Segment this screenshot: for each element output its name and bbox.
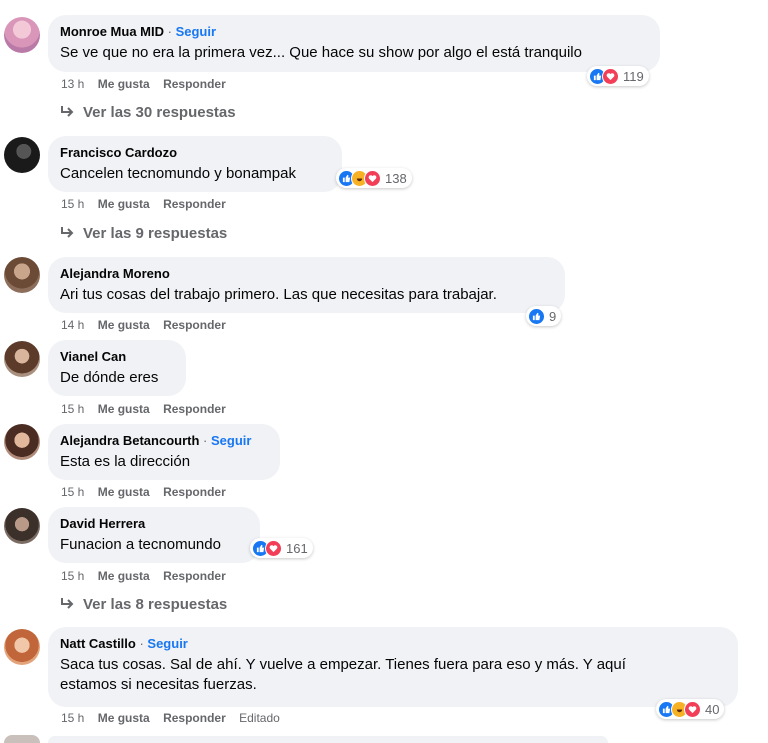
comment-actions: 15 h Me gusta Responder (61, 568, 236, 584)
view-replies-label: Ver las 8 respuestas (83, 596, 228, 613)
comment-author: Vianel Can (60, 348, 174, 365)
reply-arrow-icon (61, 106, 74, 117)
separator-dot: · (199, 433, 211, 448)
reaction-summary[interactable]: 161 (250, 538, 313, 558)
reaction-count: 40 (705, 701, 720, 717)
reply-button[interactable]: Responder (163, 484, 226, 500)
comment-author: David Herrera (60, 515, 248, 532)
avatar[interactable] (4, 137, 40, 173)
timestamp[interactable]: 15 h (61, 196, 84, 212)
follow-link[interactable]: Seguir (147, 636, 187, 651)
reaction-count: 138 (385, 170, 407, 186)
comment-actions: 15 h Me gusta Responder Editado (61, 710, 290, 726)
comment-text: Cancelen tecnomundo y bonampak (60, 165, 296, 182)
author-name[interactable]: Francisco Cardozo (60, 145, 177, 160)
comment-text: De dónde eres (60, 369, 159, 386)
reply-button[interactable]: Responder (163, 76, 226, 92)
love-reaction-icon (265, 539, 282, 557)
comment-text: Se ve que no era la primera vez... Que h… (60, 44, 582, 61)
reaction-count: 161 (286, 540, 308, 556)
comment-text-line: Saca tus cosas. Sal de ahí. Y vuelve a e… (60, 656, 626, 673)
comment-author: Alejandra Moreno (60, 265, 553, 282)
view-replies-label: Ver las 30 respuestas (83, 104, 236, 121)
comment-actions: 13 h Me gusta Responder (61, 76, 236, 92)
reaction-summary[interactable]: 40 (656, 699, 725, 719)
view-replies-label: Ver las 9 respuestas (83, 225, 228, 242)
avatar[interactable] (4, 17, 40, 53)
view-replies-link[interactable]: Ver las 8 respuestas (60, 596, 227, 613)
author-name[interactable]: Alejandra Moreno (60, 266, 170, 281)
like-reaction-icon (528, 307, 545, 325)
author-name[interactable]: Natt Castillo (60, 636, 136, 651)
comment-text: Saca tus cosas. Sal de ahí. Y vuelve a e… (60, 655, 726, 695)
comment-author: Natt Castillo · Seguir (60, 635, 726, 652)
comment-author: Francisco Cardozo (60, 144, 330, 161)
edited-label: Editado (239, 711, 280, 725)
author-name[interactable]: Vianel Can (60, 349, 126, 364)
like-button[interactable]: Me gusta (98, 401, 150, 417)
reaction-count: 119 (623, 68, 644, 84)
timestamp[interactable]: 15 h (61, 401, 84, 417)
comment-author: Alejandra Betancourth · Seguir (60, 432, 268, 449)
like-button[interactable]: Me gusta (98, 76, 150, 92)
reply-arrow-icon (61, 227, 74, 238)
comment-bubble: David Herrera Funacion a tecnomundo (48, 507, 260, 563)
reply-button[interactable]: Responder (163, 710, 226, 726)
comment-bubble: Natt Castillo · Seguir Saca tus cosas. S… (48, 627, 738, 707)
view-replies-link[interactable]: Ver las 30 respuestas (60, 104, 236, 121)
avatar[interactable] (4, 257, 40, 293)
comment-bubble: Alejandra Moreno Ari tus cosas del traba… (48, 257, 565, 313)
love-reaction-icon (364, 169, 381, 187)
reaction-summary[interactable]: 119 (587, 66, 649, 86)
comment-author: Monroe Mua MID · Seguir (60, 23, 648, 40)
like-button[interactable]: Me gusta (98, 317, 150, 333)
love-reaction-icon (602, 67, 619, 85)
avatar[interactable] (4, 424, 40, 460)
comment-bubble: Alejandra Betancourth · Seguir Esta es l… (48, 424, 280, 480)
comment-actions: 15 h Me gusta Responder (61, 401, 236, 417)
separator-dot: · (135, 636, 148, 651)
reaction-summary[interactable]: 138 (336, 168, 412, 188)
avatar (4, 735, 40, 743)
comment-text: Esta es la dirección (60, 453, 191, 470)
comment-text: Funacion a tecnomundo (60, 536, 221, 553)
like-button[interactable]: Me gusta (98, 710, 150, 726)
separator-dot: · (164, 24, 176, 39)
author-name[interactable]: Alejandra Betancourth (60, 433, 199, 448)
reply-button[interactable]: Responder (163, 568, 226, 584)
comment-text: Ari tus cosas del trabajo primero. Las q… (60, 286, 497, 303)
comment-actions: 14 h Me gusta Responder (61, 317, 236, 333)
timestamp[interactable]: 13 h (61, 76, 84, 92)
reaction-count: 9 (549, 308, 557, 324)
reply-button[interactable]: Responder (163, 196, 226, 212)
avatar[interactable] (4, 629, 40, 665)
reply-button[interactable]: Responder (163, 317, 226, 333)
comment-bubble: Francisco Cardozo Cancelen tecnomundo y … (48, 136, 342, 192)
author-name[interactable]: David Herrera (60, 516, 145, 531)
timestamp[interactable]: 14 h (61, 317, 84, 333)
comment-bubble: Monroe Mua MID · Seguir Se ve que no era… (48, 15, 660, 72)
timestamp[interactable]: 15 h (61, 484, 84, 500)
like-button[interactable]: Me gusta (98, 196, 150, 212)
author-name[interactable]: Monroe Mua MID (60, 24, 164, 39)
like-button[interactable]: Me gusta (98, 568, 150, 584)
reply-arrow-icon (61, 598, 74, 609)
reaction-summary[interactable]: 9 (526, 306, 562, 326)
follow-link[interactable]: Seguir (211, 433, 251, 448)
avatar[interactable] (4, 508, 40, 544)
like-button[interactable]: Me gusta (98, 484, 150, 500)
reply-button[interactable]: Responder (163, 401, 226, 417)
comment-bubble (48, 736, 608, 743)
follow-link[interactable]: Seguir (176, 24, 216, 39)
comment-bubble: Vianel Can De dónde eres (48, 340, 186, 396)
avatar[interactable] (4, 341, 40, 377)
love-reaction-icon (684, 700, 701, 718)
view-replies-link[interactable]: Ver las 9 respuestas (60, 225, 227, 242)
timestamp[interactable]: 15 h (61, 568, 84, 584)
comment-actions: 15 h Me gusta Responder (61, 484, 236, 500)
comment-actions: 15 h Me gusta Responder (61, 196, 236, 212)
timestamp[interactable]: 15 h (61, 710, 84, 726)
comment-text-line: estamos si necesitas fuerzas. (60, 676, 257, 693)
